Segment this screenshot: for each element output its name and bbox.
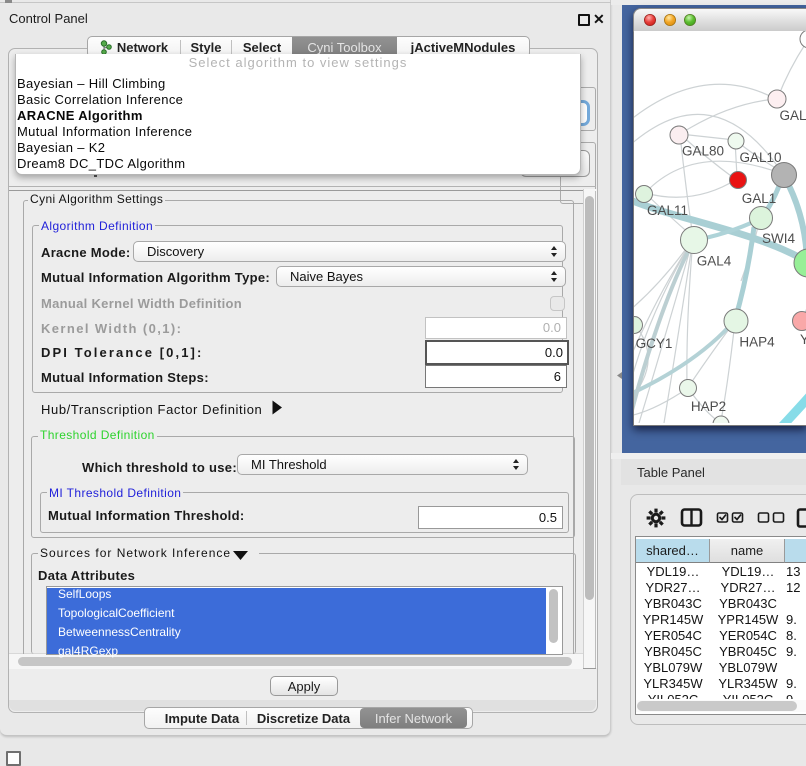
svg-text:SWI4: SWI4	[762, 231, 795, 246]
svg-text:GAL: GAL	[780, 108, 806, 123]
svg-text:HAP2: HAP2	[691, 399, 726, 414]
svg-text:HAP4: HAP4	[739, 335, 775, 350]
svg-text:GAL11: GAL11	[647, 203, 688, 218]
svg-text:Y: Y	[800, 332, 806, 347]
svg-text:GAL1: GAL1	[742, 191, 777, 206]
svg-text:GAL4: GAL4	[697, 254, 732, 269]
svg-text:GAL80: GAL80	[682, 144, 724, 159]
svg-text:GAL10: GAL10	[739, 150, 781, 165]
svg-text:GCY1: GCY1	[636, 336, 673, 351]
